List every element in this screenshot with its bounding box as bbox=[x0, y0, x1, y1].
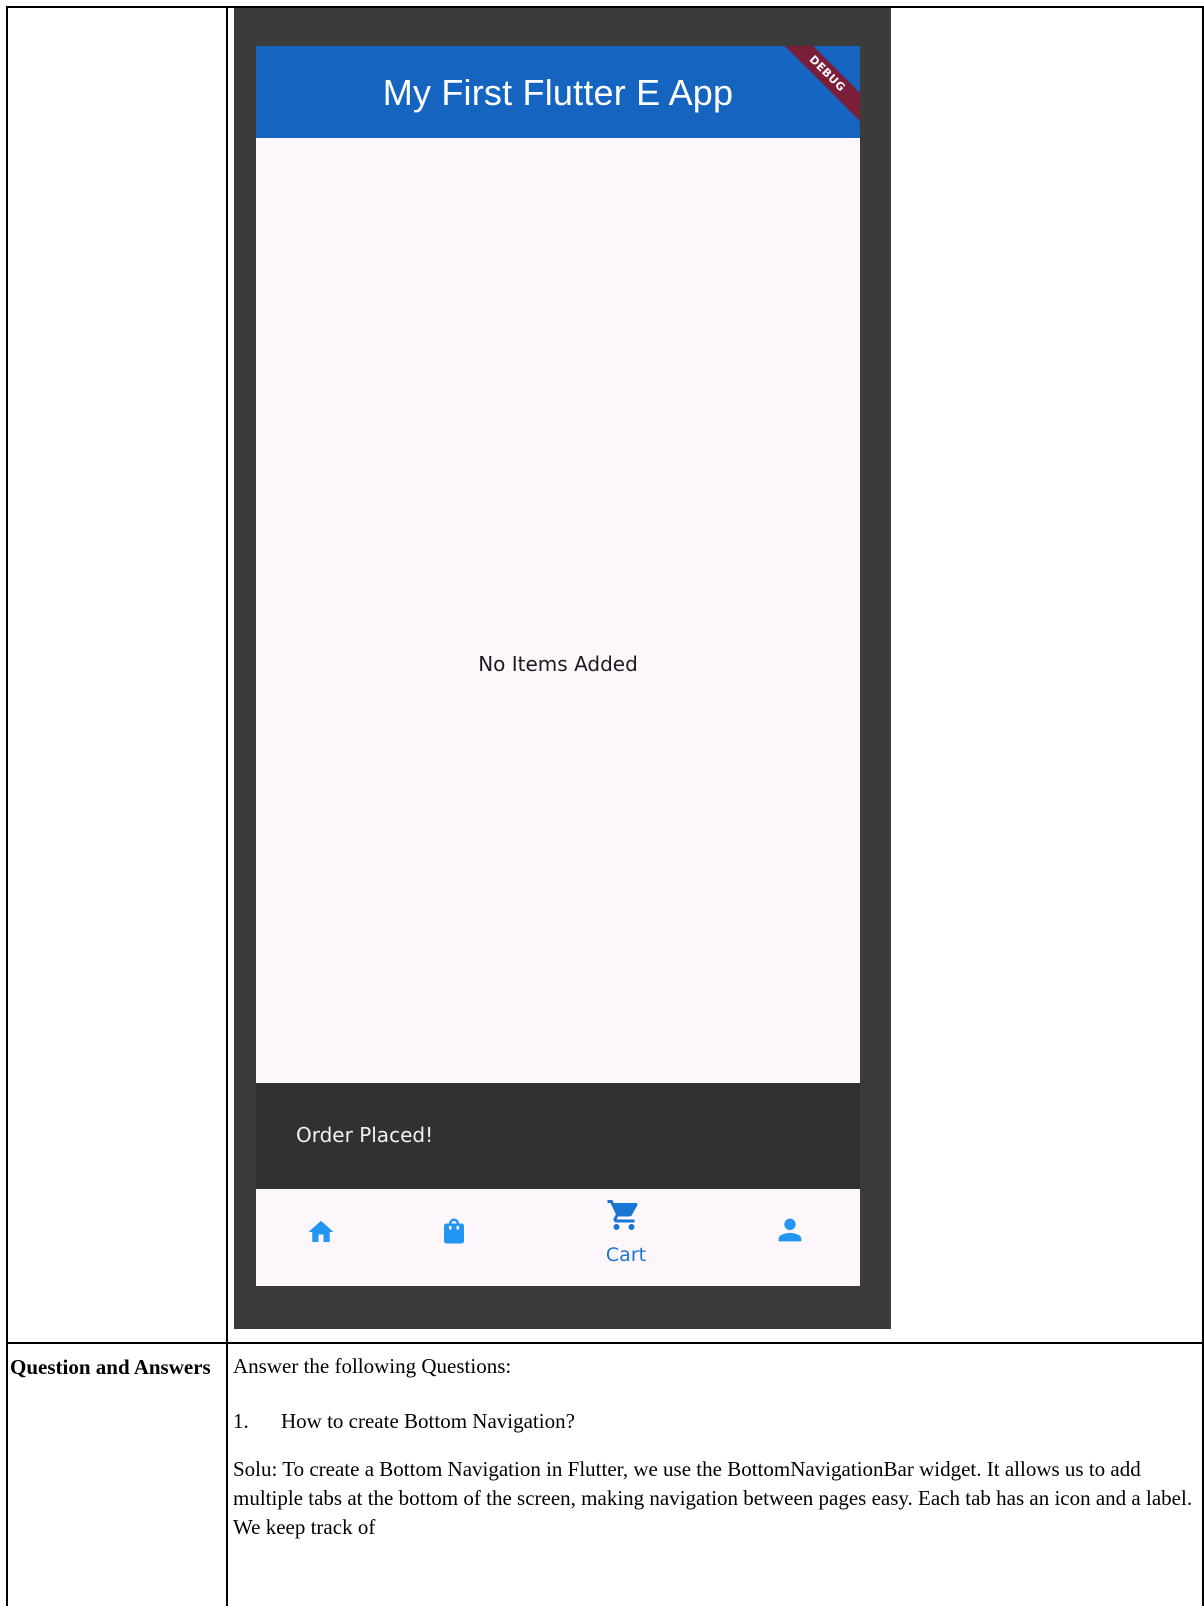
home-icon bbox=[308, 1220, 334, 1242]
nav-item-cart[interactable]: Cart bbox=[551, 1189, 701, 1286]
question-item: 1. How to create Bottom Navigation? bbox=[233, 1407, 1195, 1436]
nav-item-profile[interactable] bbox=[718, 1189, 860, 1286]
intro-text: Answer the following Questions: bbox=[233, 1354, 512, 1378]
shopping-cart-icon bbox=[607, 1200, 638, 1230]
answer-cell: Answer the following Questions: 1. How to… bbox=[233, 1352, 1195, 1542]
question-number: 1. bbox=[233, 1409, 249, 1433]
empty-cart-message: No Items Added bbox=[478, 652, 638, 676]
person-icon bbox=[778, 1218, 802, 1242]
nav-label-cart: Cart bbox=[605, 1244, 647, 1266]
app-bar: My First Flutter E App bbox=[256, 46, 860, 138]
question-text: How to create Bottom Navigation? bbox=[281, 1409, 575, 1433]
solution-text: Solu: To create a Bottom Navigation in F… bbox=[233, 1457, 1193, 1539]
snackbar-message: Order Placed! bbox=[296, 1123, 434, 1147]
nav-item-home[interactable] bbox=[256, 1189, 396, 1286]
table-column-divider bbox=[226, 6, 228, 1606]
snackbar: Order Placed! bbox=[256, 1083, 860, 1189]
emulator-frame: My First Flutter E App DEBUG No Items Ad… bbox=[234, 8, 891, 1329]
bottom-navigation-bar: Cart bbox=[256, 1189, 860, 1286]
app-title: My First Flutter E App bbox=[382, 72, 734, 113]
shopping-bag-icon bbox=[444, 1218, 464, 1244]
row-label: Question and Answers bbox=[10, 1355, 211, 1379]
table-row-divider bbox=[6, 1342, 1204, 1344]
app-screen: My First Flutter E App DEBUG No Items Ad… bbox=[256, 46, 860, 1286]
table-border-left bbox=[6, 6, 8, 1606]
nav-item-shop[interactable] bbox=[384, 1189, 534, 1286]
